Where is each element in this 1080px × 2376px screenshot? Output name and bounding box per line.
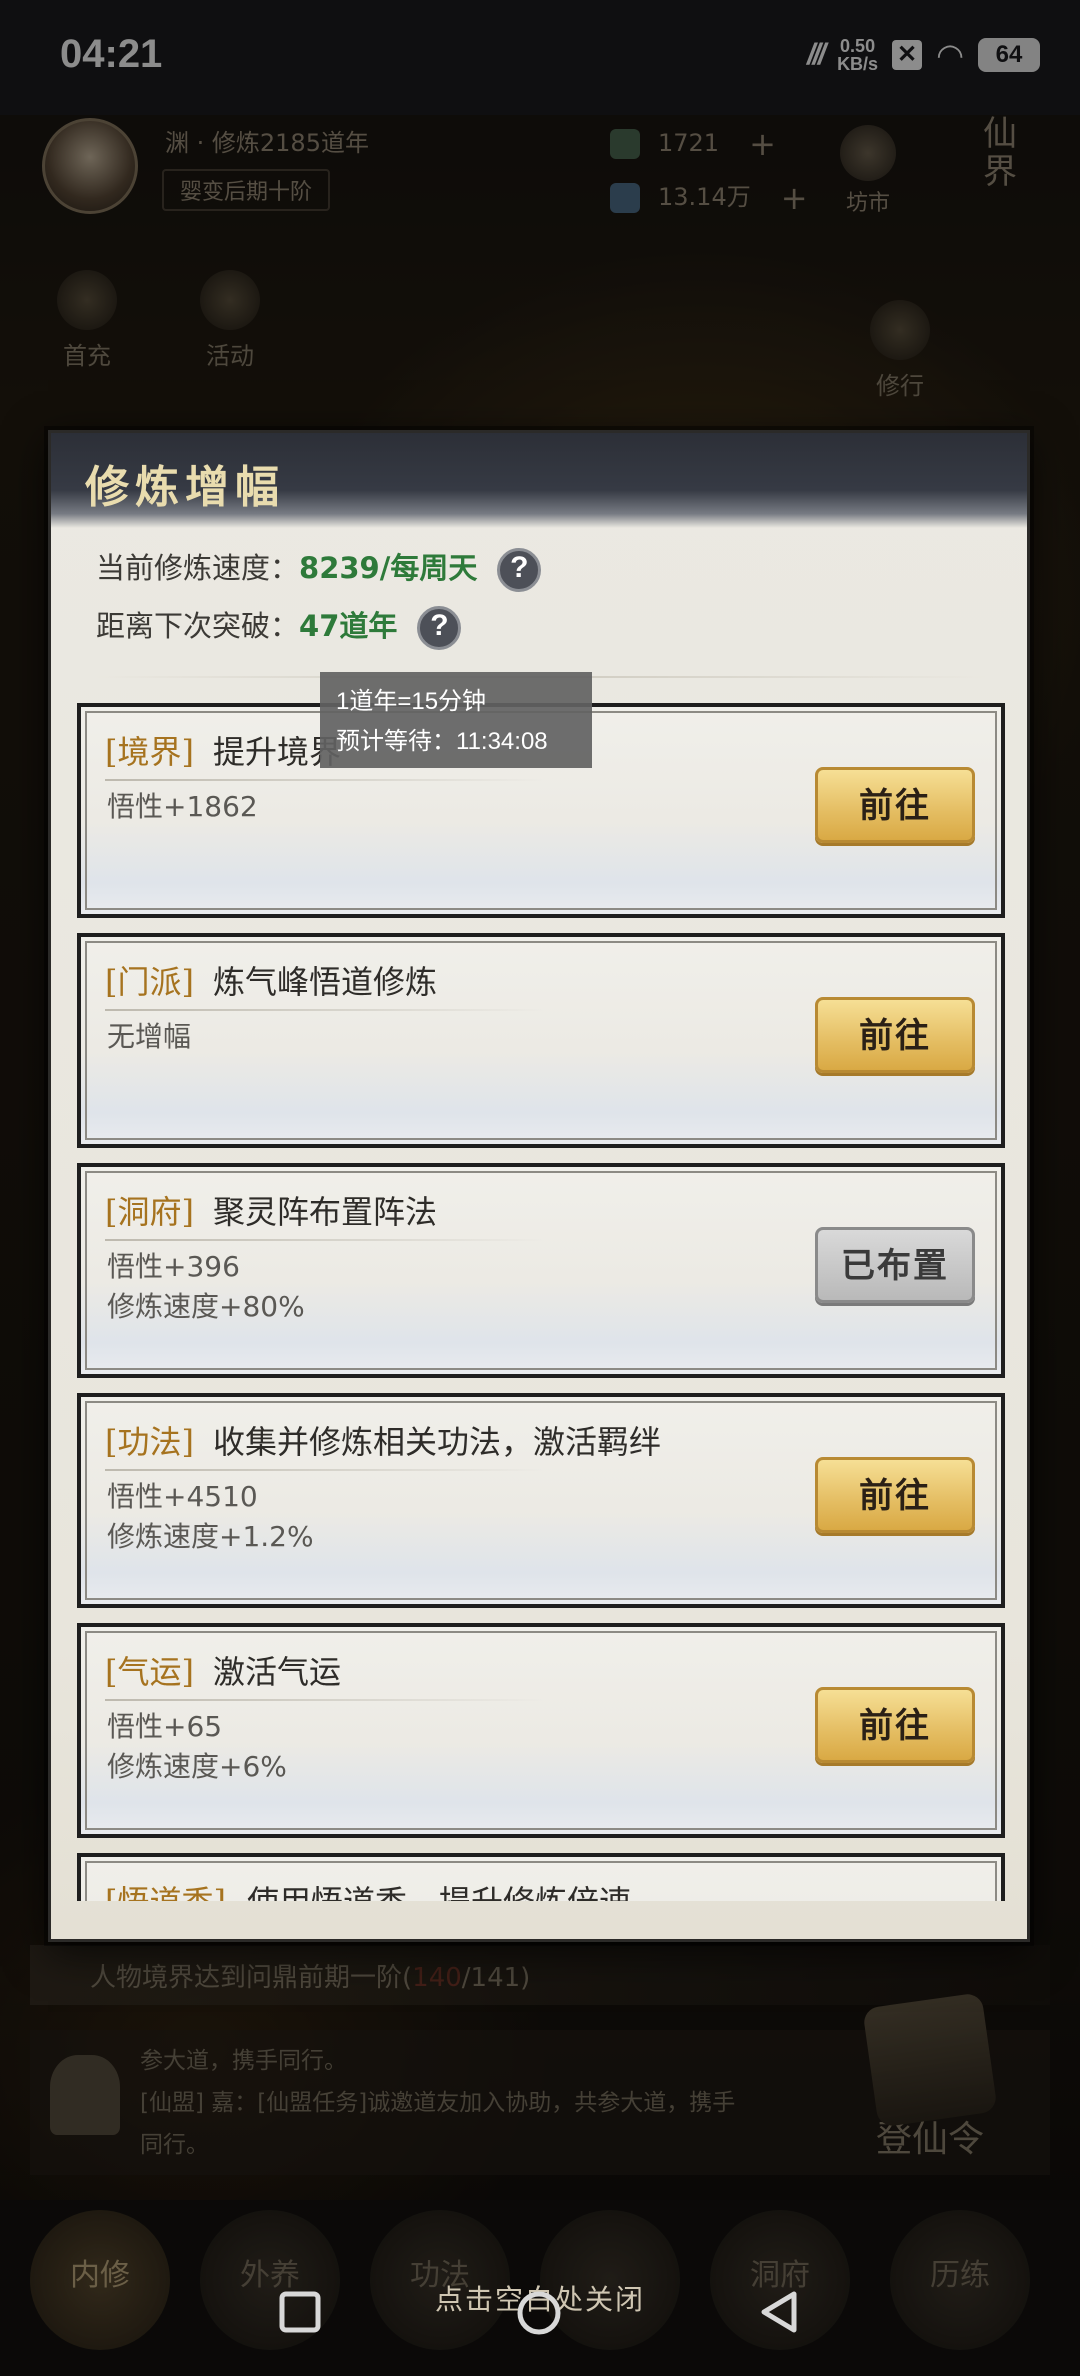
tooltip-line-wait: 预计等待：11:34:08 bbox=[336, 728, 548, 755]
card-title: 炼气峰悟道修炼 bbox=[213, 963, 438, 1001]
bonus-line: 悟性+1862 bbox=[107, 790, 258, 823]
home-icon[interactable] bbox=[516, 2290, 566, 2340]
card-bonus: 悟性+4510 修炼速度+1.2% bbox=[107, 1477, 314, 1557]
card-divider bbox=[105, 1469, 545, 1471]
goto-technique-button[interactable]: 前往 bbox=[815, 1457, 975, 1533]
card-tag: [门派] bbox=[105, 963, 194, 1001]
boost-card-cave: [洞府] 聚灵阵布置阵法 悟性+396 修炼速度+80% 已布置 bbox=[77, 1163, 1005, 1378]
card-tag: [功法] bbox=[105, 1423, 194, 1461]
next-breakthrough-label: 距离下次突破： bbox=[96, 609, 300, 643]
already-placed-button[interactable]: 已布置 bbox=[815, 1227, 975, 1303]
card-title: 激活气运 bbox=[213, 1653, 342, 1691]
boost-card-sect: [门派] 炼气峰悟道修炼 无增幅 前往 bbox=[77, 933, 1005, 1148]
card-bonus: 无增幅 bbox=[107, 1017, 191, 1057]
boost-card-technique: [功法] 收集并修炼相关功法，激活羁绊 悟性+4510 修炼速度+1.2% 前往 bbox=[77, 1393, 1005, 1608]
bonus-line: 悟性+65 bbox=[107, 1710, 223, 1743]
card-bonus: 悟性+1862 bbox=[107, 787, 258, 827]
bonus-line: 无增幅 bbox=[107, 1020, 192, 1053]
card-divider bbox=[105, 1009, 545, 1011]
tooltip-line-rate: 1道年=15分钟 bbox=[336, 688, 487, 715]
modal-title: 修炼增幅 bbox=[85, 462, 285, 513]
card-tag: [洞府] bbox=[105, 1193, 194, 1231]
bonus-line: 悟性+4510 bbox=[107, 1480, 258, 1513]
breakthrough-tooltip: 1道年=15分钟 预计等待：11:34:08 bbox=[320, 672, 592, 768]
current-speed-label: 当前修炼速度： bbox=[96, 551, 300, 585]
card-tag: [悟道香] bbox=[105, 1877, 226, 1901]
bonus-line: 悟性+396 bbox=[107, 1250, 240, 1283]
boost-list[interactable]: [境界] 提升境界 悟性+1862 前往 [门派] 炼气峰悟道修炼 无增幅 前往… bbox=[77, 703, 1005, 1901]
card-title: 使用悟道香，提升修炼倍速 bbox=[247, 1877, 631, 1901]
boost-card-incense: [悟道香] 使用悟道香，提升修炼倍速 bbox=[77, 1853, 1005, 1901]
goto-sect-button[interactable]: 前往 bbox=[815, 997, 975, 1073]
next-breakthrough-row: 距离下次突破：47道年? bbox=[96, 603, 462, 650]
card-tag: [境界] bbox=[105, 733, 194, 771]
bonus-line: 修炼速度+6% bbox=[107, 1750, 287, 1783]
back-icon[interactable] bbox=[758, 2290, 808, 2340]
goto-realm-button[interactable]: 前往 bbox=[815, 767, 975, 843]
card-divider bbox=[105, 1699, 545, 1701]
card-divider bbox=[105, 779, 545, 781]
cultivation-boost-modal: 修炼增幅 当前修炼速度：8239/每周天? 距离下次突破：47道年? [境界] … bbox=[48, 430, 1030, 1942]
card-divider bbox=[105, 1239, 545, 1241]
card-title: 聚灵阵布置阵法 bbox=[213, 1193, 438, 1231]
recent-apps-icon[interactable] bbox=[278, 2290, 328, 2340]
boost-card-fortune: [气运] 激活气运 悟性+65 修炼速度+6% 前往 bbox=[77, 1623, 1005, 1838]
card-bonus: 悟性+396 修炼速度+80% bbox=[107, 1247, 305, 1327]
bonus-line: 修炼速度+80% bbox=[107, 1290, 305, 1323]
goto-fortune-button[interactable]: 前往 bbox=[815, 1687, 975, 1763]
bonus-line: 修炼速度+1.2% bbox=[107, 1520, 314, 1553]
card-title: 收集并修炼相关功法，激活羁绊 bbox=[213, 1423, 662, 1461]
next-breakthrough-value: 47道年 bbox=[299, 609, 398, 643]
speed-help-icon[interactable]: ? bbox=[497, 548, 542, 592]
current-speed-value: 8239/每周天 bbox=[299, 551, 478, 585]
card-tag: [气运] bbox=[105, 1653, 194, 1691]
card-bonus: 悟性+65 修炼速度+6% bbox=[107, 1707, 287, 1787]
modal-header: 修炼增幅 bbox=[51, 433, 1027, 528]
breakthrough-help-icon[interactable]: ? bbox=[417, 606, 462, 650]
current-speed-row: 当前修炼速度：8239/每周天? bbox=[96, 545, 542, 592]
